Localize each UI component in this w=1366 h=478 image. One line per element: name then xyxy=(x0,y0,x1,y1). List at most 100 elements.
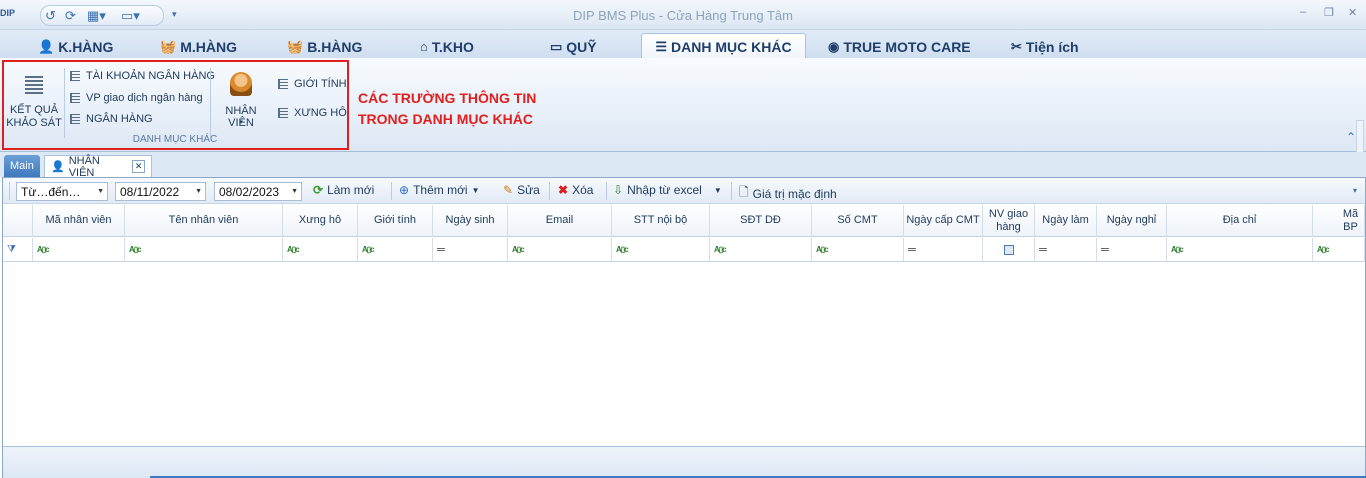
button-label: Xóa xyxy=(572,183,594,197)
column-header[interactable]: NV giao hàng xyxy=(983,205,1035,237)
add-icon: ⊕ xyxy=(399,183,410,197)
filter-cell[interactable]: A▯c xyxy=(710,238,812,262)
tab-nhan-vien[interactable]: 👤 NHÂN VIÊN ✕ xyxy=(44,155,152,179)
chevron-down-icon: ▼ xyxy=(195,188,202,195)
column-header[interactable]: Ngày nghỉ xyxy=(1097,205,1167,237)
filter-cell[interactable]: A▯c xyxy=(508,238,612,262)
button-label: Giá trị mặc định xyxy=(752,186,837,201)
tab-tkho[interactable]: ⌂ T.KHO xyxy=(420,33,474,58)
button-label: Nhập từ excel xyxy=(627,183,702,197)
tab-quy[interactable]: ▭ QUỸ xyxy=(550,33,597,58)
text-filter-icon: A▯c xyxy=(37,245,50,254)
tab-mhang[interactable]: 🧺 M.HÀNG xyxy=(160,33,237,58)
close-tab-icon[interactable]: ✕ xyxy=(132,160,145,173)
money-icon: ▭ xyxy=(550,38,563,54)
toolbar-grip xyxy=(9,182,10,200)
column-header[interactable]: SĐT DĐ xyxy=(710,205,812,237)
tab-bhang[interactable]: 🧺 B.HÀNG xyxy=(287,33,362,58)
filter-cell[interactable]: A▯c xyxy=(1167,238,1313,262)
filter-cell[interactable]: ═ xyxy=(1097,238,1167,262)
moto-icon: ◉ xyxy=(828,38,840,54)
delete-icon: ✖ xyxy=(558,183,569,197)
to-date-value: 08/02/2023 xyxy=(219,185,280,199)
collapse-ribbon-icon[interactable]: ⌃ xyxy=(1346,130,1356,144)
column-header[interactable]: Mã nhân viên xyxy=(33,205,125,237)
filter-cell[interactable]: ═ xyxy=(904,238,983,262)
filter-cell[interactable] xyxy=(983,238,1035,262)
filter-cell[interactable]: A▯c xyxy=(812,238,904,262)
tab-label: DANH MỤC KHÁC xyxy=(671,39,792,55)
grid-toolbar: Từ…đến… ▼ 08/11/2022 ▼ 08/02/2023 ▼ ⟳ Làm mớ… xyxy=(3,178,1365,204)
document-tab-bar: Main 👤 NHÂN VIÊN ✕ xyxy=(0,152,1366,179)
tab-danh-muc-khac[interactable]: ☰ DANH MỤC KHÁC xyxy=(641,33,806,58)
column-header[interactable]: Số CMT xyxy=(812,205,904,237)
column-header[interactable]: Email xyxy=(508,205,612,237)
from-date-input[interactable]: 08/11/2022 ▼ xyxy=(115,182,206,201)
text-filter-icon: A▯c xyxy=(1317,245,1330,254)
text-filter-icon: A▯c xyxy=(714,245,727,254)
tab-tien-ich[interactable]: ✂ Tiện ích xyxy=(1011,33,1079,58)
tab-true-moto-care[interactable]: ◉ TRUE MOTO CARE xyxy=(828,33,971,58)
column-header[interactable]: Mã BP xyxy=(1313,205,1365,237)
chevron-down-icon: ▼ xyxy=(471,185,480,195)
warehouse-icon: ⌂ xyxy=(420,39,428,54)
import-excel-button[interactable]: ⇩ Nhập từ excel ▼ xyxy=(613,183,722,197)
close-button[interactable]: ✕ xyxy=(1348,6,1357,19)
text-filter-icon: A▯c xyxy=(287,245,300,254)
column-header[interactable]: Xưng hô xyxy=(283,205,358,237)
from-date-value: 08/11/2022 xyxy=(120,185,180,199)
tab-label: B.HÀNG xyxy=(307,38,363,55)
text-filter-icon: A▯c xyxy=(512,245,525,254)
column-header[interactable]: Tên nhân viên xyxy=(125,205,283,237)
person-icon: 👤 xyxy=(38,38,55,54)
filter-cell[interactable]: A▯c xyxy=(358,238,433,262)
annotation-line: CÁC TRƯỜNG THÔNG TIN xyxy=(358,90,537,106)
chevron-down-icon: ▼ xyxy=(291,188,298,195)
delete-button[interactable]: ✖ Xóa xyxy=(558,183,593,197)
filter-cell[interactable]: A▯c xyxy=(125,238,283,262)
filter-cell[interactable]: ═ xyxy=(433,238,508,262)
ribbon-tab-bar: 👤 K.HÀNG 🧺 M.HÀNG 🧺 B.HÀNG ⌂ T.KHO ▭ QUỸ ☰ DAN… xyxy=(0,30,1366,58)
column-header[interactable]: Ngày cấp CMT xyxy=(904,205,983,237)
basket-icon: 🧺 xyxy=(160,38,177,54)
filter-cell[interactable]: A▯c xyxy=(283,238,358,262)
filter-cell[interactable]: A▯c xyxy=(612,238,710,262)
column-header[interactable]: Ngày làm xyxy=(1035,205,1097,237)
tab-main[interactable]: Main xyxy=(4,155,40,177)
tab-label: T.KHO xyxy=(431,38,474,55)
column-header[interactable]: Địa chỉ xyxy=(1167,205,1313,237)
document-search-icon: 🗋 xyxy=(739,185,749,199)
text-filter-icon: A▯c xyxy=(616,245,629,254)
tools-icon: ✂ xyxy=(1011,38,1022,54)
chevron-down-icon: ▼ xyxy=(97,188,104,195)
to-date-input[interactable]: 08/02/2023 ▼ xyxy=(214,182,302,201)
column-header[interactable]: Ngày sinh xyxy=(433,205,508,237)
pencil-icon: ✎ xyxy=(503,183,514,197)
add-button[interactable]: ⊕ Thêm mới ▼ xyxy=(399,183,480,197)
column-header[interactable]: STT nội bộ xyxy=(612,205,710,237)
refresh-button[interactable]: ⟳ Làm mới xyxy=(313,183,374,197)
filter-cell[interactable]: ═ xyxy=(1035,238,1097,262)
row-indicator-header xyxy=(3,205,33,237)
period-value: Từ…đến… xyxy=(21,185,81,199)
tab-label: Tiện ích xyxy=(1025,38,1079,55)
filter-cell[interactable]: A▯c xyxy=(1313,238,1365,262)
checkbox-filter-icon[interactable] xyxy=(1003,244,1014,255)
tab-label: M.HÀNG xyxy=(180,38,237,55)
button-label: Thêm mới xyxy=(413,183,468,197)
toolbar-overflow-icon[interactable]: ▾ xyxy=(1353,186,1357,195)
period-select[interactable]: Từ…đến… ▼ xyxy=(16,182,108,201)
highlight-box xyxy=(2,60,349,150)
column-header[interactable]: Giới tính xyxy=(358,205,433,237)
tab-khang[interactable]: 👤 K.HÀNG xyxy=(38,33,113,58)
filter-cell[interactable]: A▯c xyxy=(33,238,125,262)
window-title: DIP BMS Plus - Cửa Hàng Trung Tâm xyxy=(573,8,793,23)
text-filter-icon: A▯c xyxy=(362,245,375,254)
edit-button[interactable]: ✎ Sửa xyxy=(503,183,540,197)
text-filter-icon: A▯c xyxy=(816,245,829,254)
employee-icon: 👤 xyxy=(51,161,65,173)
minimize-button[interactable]: – xyxy=(1300,6,1306,18)
restore-button[interactable]: ❐ xyxy=(1324,6,1334,19)
default-value-button[interactable]: 🗋 Giá trị mặc định xyxy=(739,183,837,204)
list-icon: ☰ xyxy=(655,39,668,54)
